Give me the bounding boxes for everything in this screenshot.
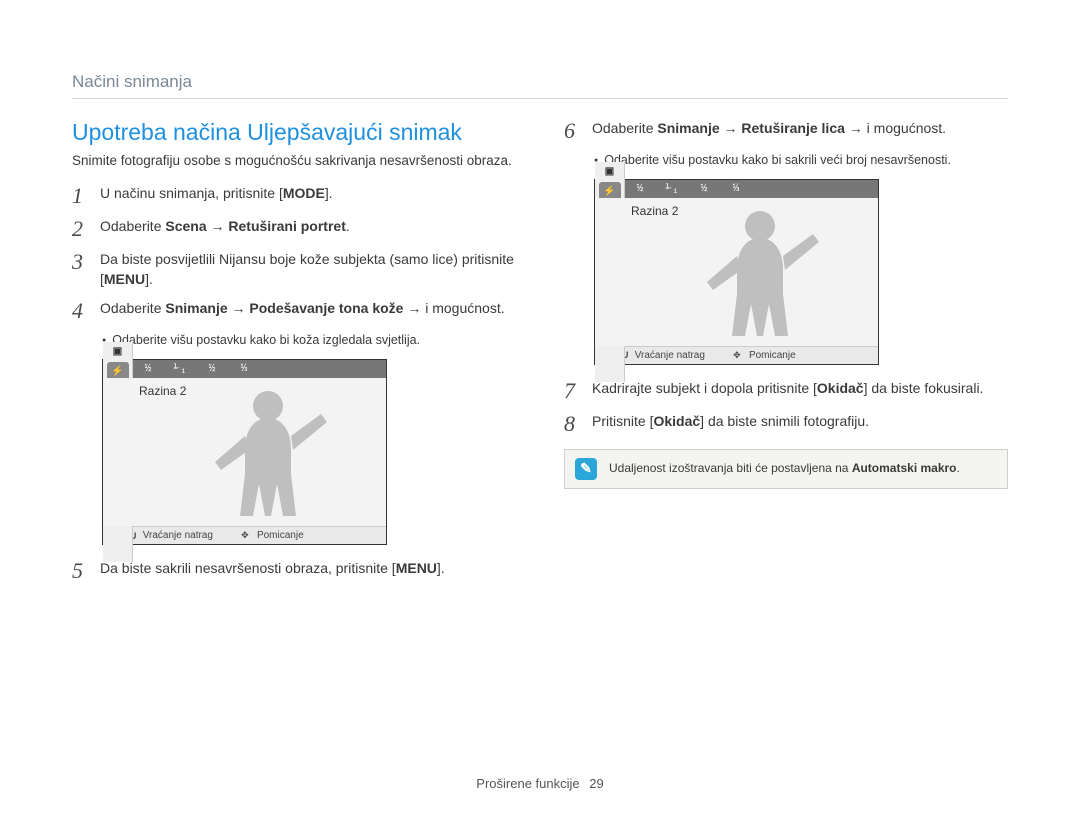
camera-icon: ▣ (107, 344, 129, 359)
page-footer: Proširene funkcije 29 (0, 776, 1080, 791)
page-number: 29 (589, 776, 603, 791)
topbar-cell: ⅟₁ (661, 182, 683, 196)
step-number: 6 (564, 119, 582, 142)
topbar-cell: ½ (693, 183, 715, 195)
person-silhouette-icon (193, 384, 343, 524)
camera-icon: ▣ (599, 164, 621, 179)
keycap-menu: MENU (104, 271, 145, 287)
step-text: i mogućnost. (421, 300, 504, 316)
step-4: 4 Odaberite Snimanje → Podešavanje tona … (72, 299, 516, 322)
nav-icon: ✥ (731, 349, 743, 361)
step-number: 7 (564, 379, 582, 402)
level-label: Razina 2 (631, 204, 678, 218)
keycap-okidac: Okidač (653, 413, 700, 429)
note-bold: Automatski makro (852, 461, 957, 475)
step-bold: Snimanje → Podešavanje tona kože → (165, 300, 421, 316)
step-8: 8 Pritisnite [Okidač] da biste snimili f… (564, 412, 1008, 435)
topbar-cell: ⅓ (725, 183, 747, 195)
nav-icon: ✥ (239, 530, 251, 542)
step-bold: Scena → Retuširani portret (165, 218, 346, 234)
step-text: Odaberite (100, 218, 165, 234)
step-6: 6 Odaberite Snimanje → Retuširanje lica … (564, 119, 1008, 142)
step-bold: Snimanje → Retuširanje lica → (657, 120, 862, 136)
keycap-mode: MODE (283, 185, 325, 201)
step-number: 5 (72, 559, 90, 582)
step-number: 8 (564, 412, 582, 435)
step-text: . (346, 218, 350, 234)
step-text: Kadrirajte subjekt i dopola pritisnite [ (592, 380, 817, 396)
step-text: U načinu snimanja, pritisnite [ (100, 185, 283, 201)
topbar-cell: ½ (137, 363, 159, 375)
step-number: 3 (72, 250, 90, 289)
right-column: 6 Odaberite Snimanje → Retuširanje lica … (564, 119, 1008, 592)
step-number: 2 (72, 217, 90, 240)
step-text: Da biste sakrili nesavršenosti obraza, p… (100, 560, 396, 576)
footer-move-label: Pomicanje (257, 530, 304, 541)
step-text: Pritisnite [ (592, 413, 653, 429)
step-text: ]. (437, 560, 445, 576)
note-text: Udaljenost izoštravanja biti će postavlj… (609, 461, 852, 475)
topbar-cell: ⅟₁ (169, 362, 191, 376)
topbar-cell: ½ (201, 363, 223, 375)
intro-text: Snimite fotografiju osobe s mogućnošću s… (72, 152, 516, 170)
step-text: ] da biste fokusirali. (864, 380, 984, 396)
topbar-cell: ⅓ (233, 363, 255, 375)
step-7: 7 Kadrirajte subjekt i dopola pritisnite… (564, 379, 1008, 402)
step-3: 3 Da biste posvijetlili Nijansu boje kož… (72, 250, 516, 289)
step-text: Odaberite (592, 120, 657, 136)
keycap-menu: MENU (396, 560, 437, 576)
topbar-cell: ½ (629, 183, 651, 195)
camera-topbar: ½ ⅟₁ ½ ⅓ (595, 180, 878, 198)
person-silhouette-icon (685, 204, 835, 344)
footer-move-label: Pomicanje (749, 350, 796, 361)
step-text: ]. (145, 271, 153, 287)
note-text: . (957, 461, 960, 475)
footer-back-label: Vraćanje natrag (143, 530, 213, 541)
camera-topbar: ½ ⅟₁ ½ ⅓ (103, 360, 386, 378)
level-label: Razina 2 (139, 384, 186, 398)
step-4-bullet: Odaberite višu postavku kako bi koža izg… (102, 332, 516, 349)
camera-preview: ▣ ⚡ ☺ M ▦ ◉ ½ ⅟₁ ½ ⅓ Razina 2 (594, 179, 879, 365)
step-number: 1 (72, 184, 90, 207)
info-note: ✎ Udaljenost izoštravanja biti će postav… (564, 449, 1008, 489)
footer-back-label: Vraćanje natrag (635, 350, 705, 361)
step-text: ]. (325, 185, 333, 201)
page-title: Upotreba načina Uljepšavajući snimak (72, 119, 516, 146)
camera-footer: MENU Vraćanje natrag ✥ Pomicanje (595, 346, 878, 364)
step-number: 4 (72, 299, 90, 322)
keycap-okidac: Okidač (817, 380, 864, 396)
section-header: Načini snimanja (72, 72, 1008, 99)
step-6-bullet: Odaberite višu postavku kako bi sakrili … (594, 152, 1008, 169)
step-text: Odaberite (100, 300, 165, 316)
camera-preview: ▣ ⚡ ☺ M ▦ ◉ ½ ⅟₁ ½ ⅓ Razina 2 (102, 359, 387, 545)
step-text: i mogućnost. (863, 120, 946, 136)
step-5: 5 Da biste sakrili nesavršenosti obraza,… (72, 559, 516, 582)
left-column: Upotreba načina Uljepšavajući snimak Sni… (72, 119, 516, 592)
step-1: 1 U načinu snimanja, pritisnite [MODE]. (72, 184, 516, 207)
step-2: 2 Odaberite Scena → Retuširani portret. (72, 217, 516, 240)
info-icon: ✎ (575, 458, 597, 480)
camera-footer: MENU Vraćanje natrag ✥ Pomicanje (103, 526, 386, 544)
step-text: ] da biste snimili fotografiju. (700, 413, 869, 429)
footer-label: Proširene funkcije (476, 776, 579, 791)
step-text: Da biste posvijetlili Nijansu boje kože … (100, 251, 514, 287)
